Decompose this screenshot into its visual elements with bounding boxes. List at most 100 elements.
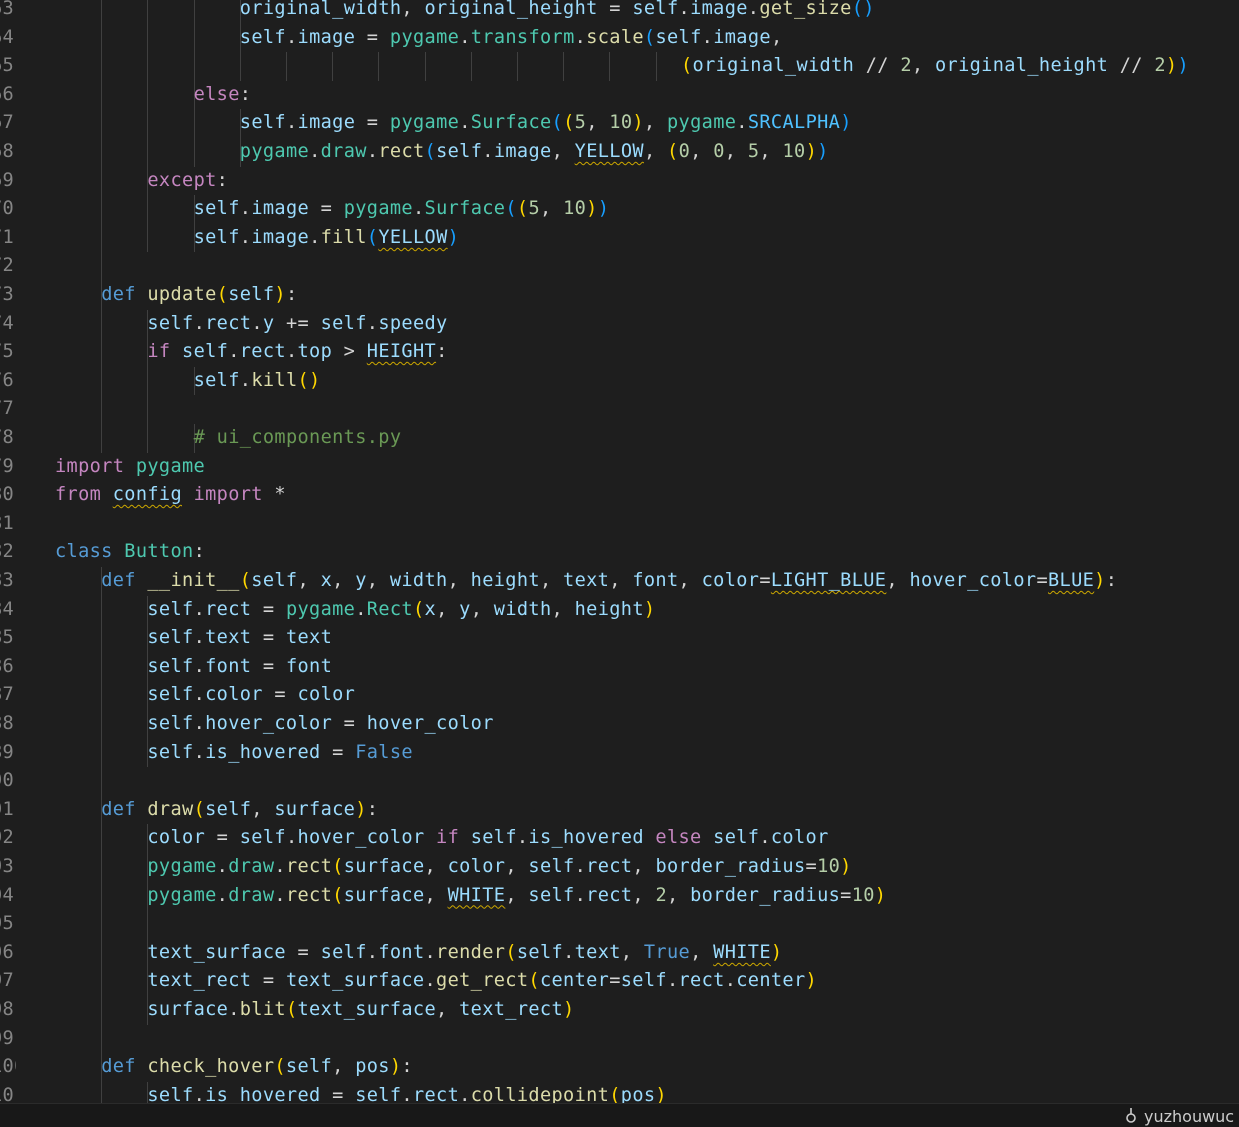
line-number: 93 (0, 853, 16, 882)
code-line[interactable]: 83 def __init__(self, x, y, width, height… (0, 567, 1239, 596)
status-bar-user[interactable]: yuzhouwuc (1124, 1107, 1234, 1126)
code-line[interactable]: 77 (0, 395, 1239, 424)
code-line[interactable]: 65 (original_width // 2, original_height … (0, 52, 1239, 81)
code-token: else (193, 83, 240, 105)
code-token: . (563, 941, 575, 963)
code-line[interactable]: 73 def update(self): (0, 281, 1239, 310)
code-line[interactable]: 97text_rect = text_surface.get_rect(cent… (0, 967, 1239, 996)
line-number-text: 80 (0, 484, 15, 506)
code-token: self (147, 684, 194, 706)
code-token: width (389, 570, 448, 591)
code-line[interactable]: 64self.image = pygame.transform.scale(se… (0, 23, 1239, 53)
code-line[interactable]: 71self.image.fill(YELLOW) (0, 223, 1239, 253)
code-line[interactable]: 67self.image = pygame.Surface((5, 10), p… (0, 109, 1239, 138)
code-token: . (193, 1084, 206, 1103)
line-number-text: 87 (0, 684, 15, 706)
code-token: self (182, 341, 229, 363)
code-line[interactable]: 85self.text = text (0, 624, 1239, 653)
code-line[interactable]: 92color = self.hover_color if self.is_ho… (0, 824, 1239, 853)
code-token: BLUE (1047, 570, 1095, 591)
line-number: 71 (0, 224, 16, 253)
line-number: 75 (0, 338, 16, 367)
code-token: self (655, 26, 702, 48)
code-line[interactable]: 88self.hover_color = hover_color (0, 710, 1239, 739)
indent-guide (147, 0, 149, 24)
code-token: surface (274, 798, 356, 820)
code-token: hover_color (909, 570, 1037, 591)
code-token: . (216, 856, 229, 877)
code-token: ( (424, 141, 437, 162)
code-editor[interactable]: 63 original_width, original_height = self… (0, 0, 1239, 1103)
code-line[interactable]: 69 except: (0, 166, 1239, 196)
code-token: ( (332, 856, 344, 877)
code-line[interactable]: 66 else: (0, 80, 1239, 110)
indent-guide (101, 996, 103, 1025)
code-token: ) (643, 598, 656, 620)
code-line[interactable]: 90 (0, 767, 1239, 796)
code-line[interactable]: 101self.is_hovered = self.rect.collidepo… (0, 1081, 1239, 1103)
code-text: self.rect = pygame.Rect(x, y, width, hei… (147, 596, 655, 625)
code-line[interactable]: 96text_surface = self.font.render(self.t… (0, 938, 1239, 968)
code-line[interactable]: 78 # ui_components.py (0, 424, 1239, 453)
line-number-text: 77 (0, 398, 15, 420)
code-text: self.image = pygame.Surface((5, 10), pyg… (240, 109, 852, 138)
code-token: ( (412, 598, 425, 620)
code-line[interactable]: 79 import pygame (0, 453, 1239, 482)
line-number-text: 89 (0, 741, 15, 763)
line-number: 101 (0, 1082, 16, 1103)
indent-guide (147, 395, 149, 424)
code-line[interactable]: 86self.font = font (0, 652, 1239, 682)
code-line[interactable]: 82 class Button: (0, 538, 1239, 567)
code-token: ) (817, 141, 829, 162)
code-token: x (424, 598, 437, 620)
code-text: self.hover_color = hover_color (147, 710, 493, 739)
code-token: . (309, 226, 321, 248)
code-token: ( (528, 970, 540, 992)
code-token: , (505, 884, 529, 906)
code-line[interactable]: 87self.color = color (0, 681, 1239, 710)
code-line[interactable]: 74self.rect.y += self.speedy (0, 309, 1239, 339)
indent-guide (193, 138, 195, 167)
code-line[interactable]: 91 def draw(self, surface): (0, 795, 1239, 825)
code-line[interactable]: 75if self.rect.top > HEIGHT: (0, 338, 1239, 367)
indent-guide (147, 195, 149, 224)
code-line[interactable]: 70self.image = pygame.Surface((5, 10)) (0, 195, 1239, 224)
code-token: , (911, 55, 935, 77)
line-number-text: 66 (0, 83, 15, 105)
code-line[interactable]: 76 self.kill() (0, 366, 1239, 396)
code-line[interactable]: 99 (0, 1024, 1239, 1054)
code-token: original_width (692, 55, 855, 77)
code-line[interactable]: 94pygame.draw.rect(surface, WHITE, self.… (0, 881, 1239, 911)
code-line[interactable]: 81 (0, 510, 1239, 539)
code-token: ( (274, 1056, 286, 1078)
line-number-text: 64 (0, 26, 15, 48)
code-line[interactable]: 95 (0, 910, 1239, 939)
code-token: color (205, 684, 263, 706)
code-token: . (736, 112, 748, 134)
code-token: . (666, 970, 679, 992)
code-token: def (101, 284, 148, 305)
code-line[interactable]: 72 (0, 252, 1239, 281)
line-number: 97 (0, 967, 16, 996)
code-token: ) (389, 1056, 402, 1078)
code-line[interactable]: 84self.rect = pygame.Rect(x, y, width, h… (0, 595, 1239, 625)
code-line[interactable]: 100 def check_hover(self, pos): (0, 1053, 1239, 1082)
code-line[interactable]: 93pygame.draw.rect(surface, color, self.… (0, 853, 1239, 882)
code-line[interactable]: 63 original_width, original_height = self… (0, 0, 1239, 24)
code-token: self (516, 941, 564, 963)
code-token: image (251, 198, 310, 220)
code-token: import (55, 455, 136, 477)
code-token: = (805, 856, 818, 877)
code-line[interactable]: 80 from config import * (0, 481, 1239, 510)
code-token: hover_color (366, 713, 494, 734)
code-token: ) (274, 284, 286, 305)
indent-guide (101, 0, 103, 24)
code-token: color (147, 827, 206, 849)
code-line[interactable]: 89 self.is_hovered = False (0, 738, 1239, 768)
code-token: 10 (609, 112, 633, 134)
code-line[interactable]: 68pygame.draw.rect(self.image, YELLOW, (… (0, 138, 1239, 167)
code-token: , (539, 570, 564, 591)
code-line[interactable]: 98 surface.blit(text_surface, text_rect) (0, 996, 1239, 1025)
